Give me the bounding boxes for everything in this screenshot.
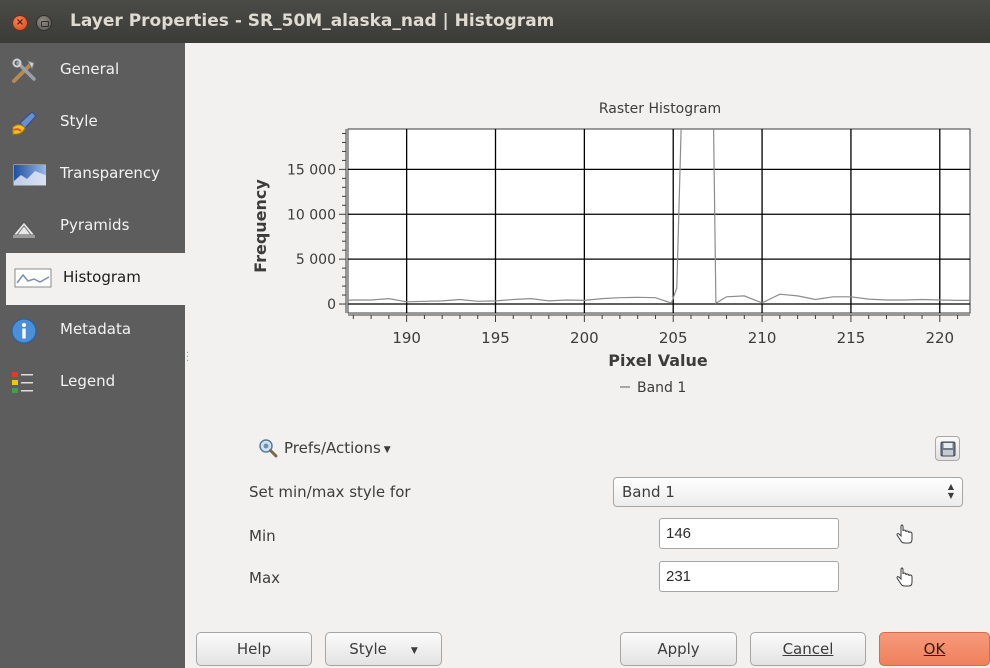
max-label: Max (249, 569, 281, 587)
sidebar-item-label: Pyramids (60, 216, 130, 234)
y-tick-label: 5 000 (296, 252, 336, 268)
minimize-window-button[interactable] (36, 15, 52, 31)
save-disk-icon (940, 441, 955, 456)
style-menu-button[interactable]: Style ▼ (325, 632, 442, 666)
cancel-button-label: Cancel (782, 640, 834, 658)
apply-button[interactable]: Apply (620, 632, 737, 666)
legend-icon (12, 372, 33, 393)
pyramids-icon (11, 221, 37, 238)
prefs-actions-button[interactable]: Prefs/Actions ▼ (258, 437, 391, 459)
help-button[interactable]: Help (196, 632, 312, 666)
minmax-style-label: Set min/max style for (249, 483, 411, 501)
band-select-value: Band 1 (622, 483, 675, 501)
ok-button-label: OK (923, 640, 946, 658)
sidebar-item-general[interactable]: General (0, 45, 185, 97)
plot-canvas (347, 128, 971, 314)
style-button-label: Style (349, 640, 387, 658)
sidebar-item-label: Transparency (60, 164, 161, 182)
ok-button[interactable]: OK (879, 632, 990, 666)
histogram-chart: 190 195 200 205 210 215 220 0 5 000 10 000 15 000 P… (251, 128, 971, 396)
sidebar-item-transparency[interactable]: Transparency (0, 149, 185, 201)
band-select[interactable]: Band 1 ▲ ▼ (613, 477, 963, 507)
zoom-magnifier-icon (259, 439, 278, 458)
x-tick-label: 220 (925, 329, 954, 347)
y-tick-label: 10 000 (287, 207, 336, 223)
min-label: Min (249, 527, 276, 545)
prefs-actions-label: Prefs/Actions (284, 439, 381, 457)
x-tick-label: 200 (570, 329, 599, 347)
legend-label: Band 1 (637, 380, 686, 396)
histogram-icon (14, 268, 52, 288)
transparency-icon (13, 164, 46, 186)
paintbrush-icon (12, 111, 37, 135)
sidebar-item-legend[interactable]: Legend (0, 357, 185, 409)
hand-pointer-icon[interactable] (892, 521, 918, 547)
x-tick-label: 210 (748, 329, 777, 347)
sidebar-item-style[interactable]: Style (0, 97, 185, 149)
x-tick-label: 195 (481, 329, 510, 347)
cancel-button[interactable]: Cancel (750, 632, 866, 666)
y-tick-label: 15 000 (287, 162, 336, 178)
apply-button-label: Apply (657, 640, 700, 658)
title-bar: × Layer Properties - SR_50M_alaska_nad |… (0, 0, 990, 43)
window-title: Layer Properties - SR_50M_alaska_nad | H… (70, 11, 555, 31)
splitter-handle[interactable]: · · · (186, 349, 189, 367)
sidebar: General Style Transparency Pyramids Hist… (0, 43, 185, 668)
hand-pointer-icon[interactable] (892, 564, 918, 590)
sidebar-item-metadata[interactable]: Metadata (0, 305, 185, 357)
sidebar-item-label: Metadata (60, 320, 132, 338)
sidebar-item-histogram[interactable]: Histogram (6, 253, 185, 305)
sidebar-item-label: Style (60, 112, 98, 130)
sidebar-item-label: Legend (60, 372, 116, 390)
help-button-label: Help (236, 640, 272, 658)
x-tick-label: 215 (837, 329, 866, 347)
close-window-button[interactable]: × (12, 15, 28, 31)
tools-icon (12, 58, 36, 83)
x-axis-title: Pixel Value (608, 351, 708, 370)
x-tick-label: 190 (392, 329, 421, 347)
y-axis-title: Frequency (251, 179, 270, 273)
x-tick-label: 205 (659, 329, 688, 347)
max-input[interactable] (659, 561, 839, 592)
y-tick-label: 0 (327, 297, 336, 313)
sidebar-item-label: Histogram (63, 268, 141, 286)
min-input[interactable] (659, 518, 839, 549)
sidebar-item-pyramids[interactable]: Pyramids (0, 201, 185, 253)
info-icon (11, 318, 37, 344)
save-histogram-button[interactable] (935, 436, 960, 461)
chevron-down-icon: ▼ (383, 445, 391, 455)
chart-title: Raster Histogram (598, 101, 722, 117)
spin-arrows-icon: ▲ ▼ (947, 482, 954, 500)
sidebar-item-label: General (60, 60, 120, 78)
chevron-down-icon: ▼ (410, 645, 418, 656)
